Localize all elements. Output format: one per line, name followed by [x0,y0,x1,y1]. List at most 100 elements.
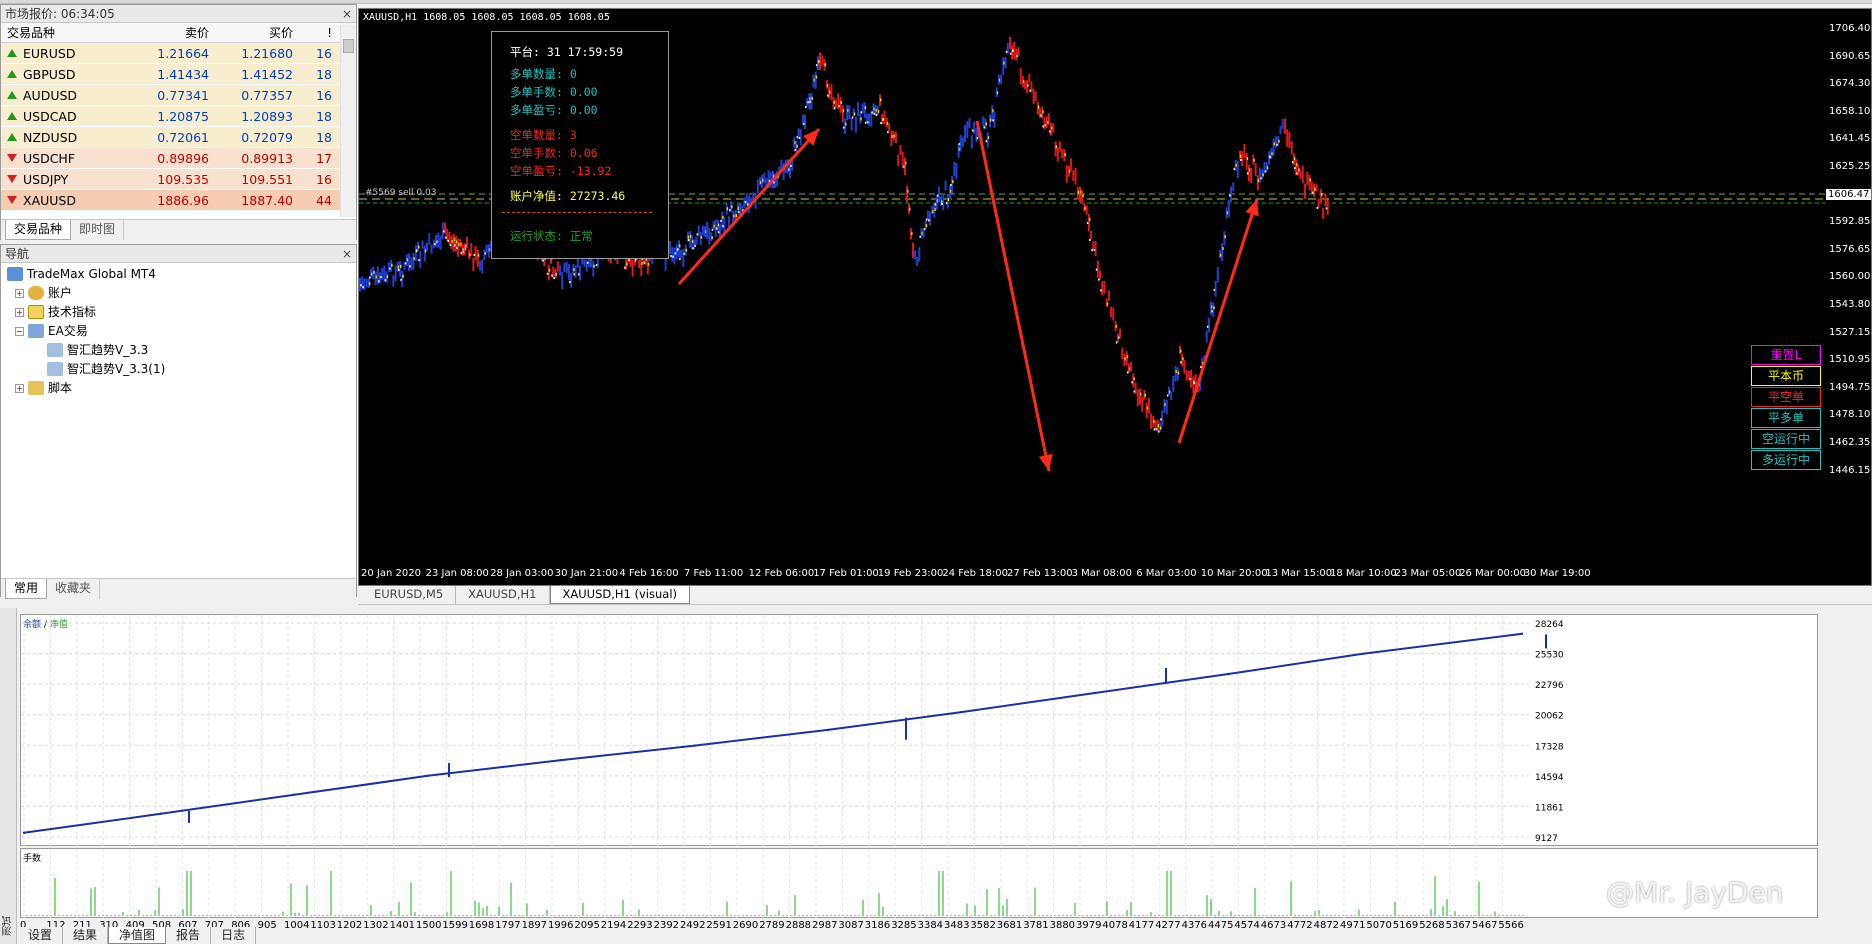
tab-results[interactable]: 结果 [63,927,109,944]
tab-settings[interactable]: 设置 [18,927,64,944]
nav-item-accounts[interactable]: + 账户 [15,284,72,302]
market-watch-row[interactable]: GBPUSD 1.41434 1.41452 18 [1,64,356,85]
candle [955,163,958,180]
candle-wick [384,279,387,282]
candle [1161,410,1164,427]
short-running-button[interactable]: 空运行中 [1751,429,1821,449]
reset-button[interactable]: 重置L [1751,345,1821,365]
candle-wick [853,112,856,116]
col-bid[interactable]: 卖价 [129,23,213,42]
close-long-button[interactable]: 平多单 [1751,408,1821,428]
expand-icon[interactable]: + [15,307,24,317]
candle-wick [553,276,555,279]
market-watch-row[interactable]: USDJPY 109.535 109.551 16 [1,169,356,190]
candle [1272,138,1275,156]
market-watch-row[interactable]: XAUUSD 1886.96 1887.40 44 [1,190,356,211]
expand-icon[interactable]: + [15,288,24,298]
nav-item-scripts[interactable]: + 脚本 [15,379,72,397]
long-running-button[interactable]: 多运行中 [1751,450,1821,470]
candle [1236,161,1239,178]
candle-wick [418,245,420,249]
tab-xauusd-h1[interactable]: XAUUSD,H1 [456,586,550,604]
close-base-button[interactable]: 平本币 [1751,366,1821,386]
candle [897,154,900,166]
nav-item-ea-2[interactable]: 智汇趋势V_3.3(1) [47,360,165,378]
equity-x-label: 1698 [468,920,495,931]
time-tick-label: 30 Mar 19:00 [1523,568,1591,579]
candle [426,242,428,252]
candle-wick [477,253,480,257]
market-watch-row[interactable]: EURUSD 1.21664 1.21680 16 [1,43,356,64]
equity-x-label: 2591 [706,920,732,931]
market-watch-row[interactable]: USDCHF 0.89896 0.89913 17 [1,148,356,169]
close-icon[interactable]: × [342,245,352,263]
nav-item-broker[interactable]: TradeMax Global MT4 [7,265,156,283]
nav-item-ea-1[interactable]: 智汇趋势V_3.3 [47,341,148,359]
scrollbar[interactable] [340,25,356,217]
tab-report[interactable]: 报告 [166,927,212,944]
arrow-down-icon [7,175,17,183]
nav-item-label: 账户 [48,286,73,300]
candle [1099,270,1101,280]
info-platform: 平台: 31 17:59:59 [510,45,624,59]
lots-chart[interactable]: 手数 [20,848,1818,919]
equity-x-label: 3681 [996,920,1023,931]
candle-wick [934,207,936,211]
tab-journal[interactable]: 日志 [211,927,257,944]
price-chart[interactable]: XAUUSD,H1 1608.05 1608.05 1608.05 1608.0… [358,8,1872,586]
scrollbar-thumb[interactable] [343,39,354,53]
candle [821,55,824,66]
info-short-count: 空单数量: 3 [510,128,577,142]
col-spread[interactable]: ! [297,23,336,42]
candle-wick [551,274,553,277]
candle-wick [626,262,628,266]
candle-wick [672,255,674,258]
candle [1256,175,1259,191]
candle [392,275,395,287]
tab-favorites[interactable]: 收藏夹 [47,579,101,599]
candle-wick [685,248,688,252]
candle [756,179,759,194]
market-watch-row[interactable]: AUDUSD 0.77341 0.77357 16 [1,85,356,106]
candle [1024,80,1026,89]
candle [883,110,886,124]
candle [991,105,994,121]
col-symbol[interactable]: 交易品种 [1,23,129,42]
tab-xauusd-h1-visual[interactable]: XAUUSD,H1 (visual) [549,586,691,604]
candle-wick [880,98,882,102]
equity-x-label: 2392 [653,920,680,931]
tab-symbols[interactable]: 交易品种 [5,220,72,240]
candle [701,225,704,235]
candle [763,172,766,184]
info-long-count: 多单数量: 0 [510,67,577,81]
close-short-button[interactable]: 平空单 [1751,387,1821,407]
candle [485,244,488,253]
close-icon[interactable]: × [342,5,352,23]
tab-common[interactable]: 常用 [5,579,48,599]
candle-wick [1291,161,1294,164]
candle [640,258,643,276]
balance-point [960,710,963,714]
time-tick-label: 10 Mar 20:00 [1200,568,1268,579]
candle [1112,307,1115,321]
balance-point [293,793,296,796]
market-watch-row[interactable]: NZDUSD 0.72061 0.72079 18 [1,127,356,148]
candle [1290,141,1293,155]
tab-equity-graph[interactable]: 净值图 [108,927,167,944]
candle-wick [833,100,836,104]
candle [1094,241,1097,257]
candle-wick [434,243,436,245]
collapse-icon[interactable]: − [15,326,24,336]
candle-wick [972,129,974,132]
nav-item-expert-advisors[interactable]: − EA交易 [15,322,88,340]
expand-icon[interactable]: + [15,383,24,393]
nav-item-indicators[interactable]: + 技术指标 [15,303,96,321]
candle-wick [842,109,845,113]
candle-wick [1269,156,1271,159]
equity-chart[interactable]: 余额 / 净值 28264 25530 22796 20062 17328 14594 11… [20,614,1818,847]
market-watch-row[interactable]: USDCAD 1.20875 1.20893 18 [1,106,356,127]
candle-wick [1115,341,1118,344]
col-ask[interactable]: 买价 [213,23,297,42]
tab-eurusd-m5[interactable]: EURUSD,M5 [362,586,457,604]
tab-tick-chart[interactable]: 即时图 [71,220,125,240]
